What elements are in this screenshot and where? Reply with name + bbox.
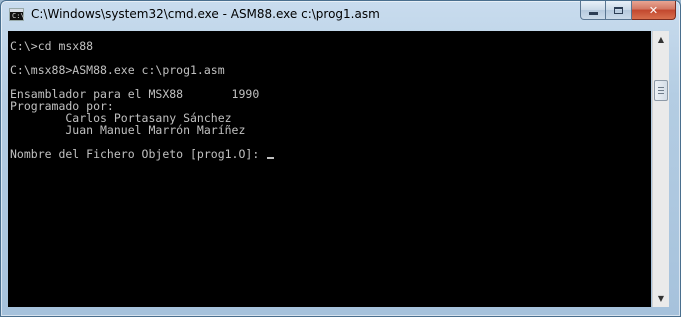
caption-buttons: ✕ [580,1,676,20]
text-cursor [267,157,275,159]
console-line: C:\>cd msx88 [10,39,94,53]
console-line: Juan Manuel Marrón Maríñez [10,123,246,137]
scroll-up-arrow-icon[interactable]: ▲ [653,31,669,48]
vertical-scrollbar[interactable]: ▲ ▼ [652,31,669,307]
close-icon: ✕ [648,3,659,17]
console-line: C:\msx88>ASM88.exe c:\prog1.asm [10,63,225,77]
minimize-button[interactable] [580,1,606,20]
input-prompt: Nombre del Fichero Objeto [prog1.O]: [10,147,267,161]
cmd-window: C:\ C:\Windows\system32\cmd.exe - ASM88.… [0,0,681,317]
maximize-icon [614,6,623,14]
console-output[interactable]: C:\>cd msx88 C:\msx88>ASM88.exe c:\prog1… [8,31,651,307]
window-title: C:\Windows\system32\cmd.exe - ASM88.exe … [31,7,380,21]
cmd-app-icon[interactable]: C:\ [9,8,25,21]
minimize-icon [588,11,598,15]
input-prompt-line[interactable]: Nombre del Fichero Objeto [prog1.O]: [10,147,275,161]
scroll-down-arrow-icon[interactable]: ▼ [653,290,669,307]
app-icon-label: C:\ [12,12,25,20]
scrollbar-thumb[interactable] [654,80,668,101]
maximize-button[interactable] [606,1,632,20]
close-button[interactable]: ✕ [632,1,676,20]
title-bar[interactable]: C:\ C:\Windows\system32\cmd.exe - ASM88.… [1,1,680,29]
